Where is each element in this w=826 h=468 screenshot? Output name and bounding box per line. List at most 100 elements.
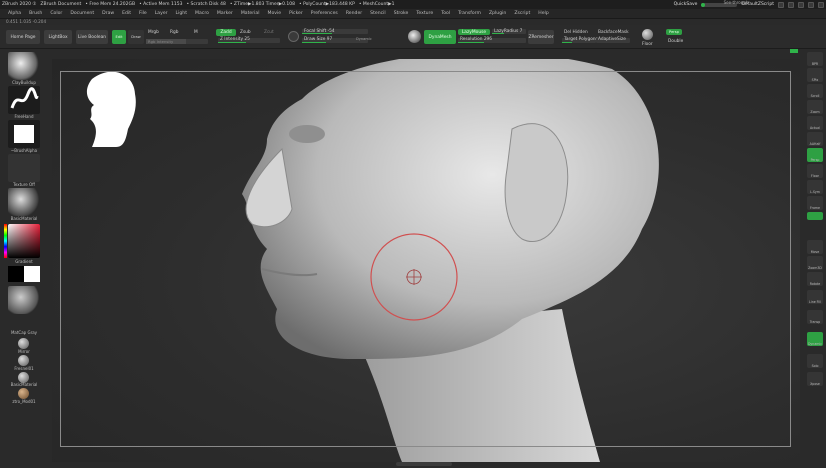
skin-material-icon[interactable] [18,388,29,399]
mirror-material-icon[interactable] [18,338,29,349]
menu-zscript[interactable]: Zscript [514,11,530,16]
menu-marker[interactable]: Marker [217,11,233,16]
rgb-intensity-label: Rgb Intensity [148,39,174,44]
texture-selector[interactable] [8,154,40,182]
scroll-button[interactable]: Scroll [807,84,823,98]
stroke-icon [10,87,39,109]
home-page-button[interactable]: Home Page [6,30,40,44]
matcap-gray-label: MatCap Gray [10,330,38,335]
zoom3d-button[interactable]: Zoom3D [807,256,823,270]
transp-label: Transp [809,320,821,324]
stroke-selector[interactable] [8,86,40,114]
dynamesh-sphere-icon[interactable] [408,30,421,43]
dynamic-button[interactable]: Dynamic [807,332,823,346]
persp-side-label: Persp [810,158,820,162]
skin-material-label: ztro_Mod01 [12,399,36,404]
floor-side-button[interactable]: Floor [807,164,823,178]
see-through-handle[interactable] [701,2,706,7]
menu-texture[interactable]: Texture [416,11,433,16]
rotate-button[interactable]: Rotate [807,272,823,286]
menu-color[interactable]: Color [50,11,62,16]
double-button[interactable]: Double [668,39,683,44]
backface-mask-button[interactable]: BackfaceMask [598,30,629,35]
menu-material[interactable]: Material [241,11,260,16]
lightbox-button[interactable]: LightBox [44,30,72,44]
menu-macro[interactable]: Macro [195,11,209,16]
scroll-label: Scroll [810,94,820,98]
color-picker[interactable] [8,224,40,258]
zremesher-button[interactable]: ZRemesher [528,30,554,44]
menu-render[interactable]: Render [346,11,362,16]
menu-document[interactable]: Document [70,11,94,16]
fresnel-material-icon[interactable] [18,355,29,366]
matcap-preview[interactable] [8,286,40,314]
actual-button[interactable]: Actual [807,116,823,130]
secondary-color-swatch[interactable] [24,266,40,282]
close-icon[interactable] [818,1,824,8]
hue-slider[interactable] [4,224,7,258]
menu-brush[interactable]: Brush [29,11,42,16]
menu-layer[interactable]: Layer [155,11,168,16]
bottom-shelf-toggle[interactable] [396,462,452,466]
spix-button[interactable]: SPix [807,68,823,82]
primary-color-swatch[interactable] [8,266,24,282]
zsub-button[interactable]: Zsub [240,30,251,35]
menu-zplugin[interactable]: Zplugin [489,11,506,16]
material-selector[interactable] [8,188,40,216]
palette-icon[interactable] [788,1,794,8]
draw-button[interactable]: Draw [128,30,144,44]
maximize-icon[interactable] [808,1,814,8]
document-canvas[interactable] [52,59,800,462]
spotlight-icon[interactable] [288,31,299,42]
resolution-label: Resolution 296 [460,37,493,42]
sculpt-viewport[interactable] [52,59,800,462]
menu-movie[interactable]: Movie [267,11,281,16]
live-boolean-button[interactable]: Live Boolean [76,30,108,44]
quicksave-button[interactable]: QuickSave [674,2,698,7]
mrgb-toggle[interactable]: Mrgb [148,30,159,35]
persp-button[interactable]: Persp [666,29,682,35]
del-hidden-button[interactable]: Del Hidden [564,30,588,35]
layout-icon[interactable] [778,1,784,8]
spix-label: SPix [811,78,819,82]
edit-button[interactable]: Edit [112,30,126,44]
move-button[interactable]: Move [807,240,823,254]
line-fill-button[interactable]: Line Fill [807,290,823,304]
fresnel-label: Fresnel01 [14,366,34,371]
menu-alpha[interactable]: Alpha [8,11,21,16]
minimize-icon[interactable] [798,1,804,8]
menu-tool[interactable]: Tool [441,11,450,16]
zoom-label: Zoom [810,110,820,114]
alpha-selector[interactable] [8,120,40,148]
menu-stroke[interactable]: Stroke [394,11,409,16]
menu-picker[interactable]: Picker [289,11,303,16]
brush-selector[interactable] [8,52,40,80]
xyz-toggle[interactable] [807,212,823,220]
m-toggle[interactable]: M [194,30,198,35]
floor-sphere-icon[interactable] [642,29,653,40]
xpose-button[interactable]: Xpose [807,372,823,386]
bpr-button[interactable]: BPR [807,52,823,66]
zadd-button[interactable]: Zadd [216,29,236,36]
menu-help[interactable]: Help [538,11,548,16]
menu-edit[interactable]: Edit [122,11,131,16]
dynamic-toggle[interactable]: Dynamic [356,37,372,41]
solo-button[interactable]: Solo [807,354,823,368]
menu-stencil[interactable]: Stencil [370,11,386,16]
menu-transform[interactable]: Transform [458,11,481,16]
frame-button[interactable]: Frame [807,196,823,210]
menu-file[interactable]: File [139,11,147,16]
rgb-toggle[interactable]: Rgb [170,30,178,35]
lazymouse-button[interactable]: LazyMouse [458,29,490,35]
transp-button[interactable]: Transp [807,310,823,324]
zoom-button[interactable]: Zoom [807,100,823,114]
dynamesh-button[interactable]: DynaMesh [424,30,456,44]
aahalf-button[interactable]: AAHalf [807,132,823,146]
menu-draw[interactable]: Draw [102,11,114,16]
menu-preferences[interactable]: Preferences [311,11,338,16]
menu-light[interactable]: Light [176,11,187,16]
persp-side-button[interactable]: Persp [807,148,823,162]
material-label: BasicMaterial [10,216,38,221]
lsym-button[interactable]: L.Sym [807,180,823,194]
zcut-button[interactable]: Zcut [264,30,274,35]
